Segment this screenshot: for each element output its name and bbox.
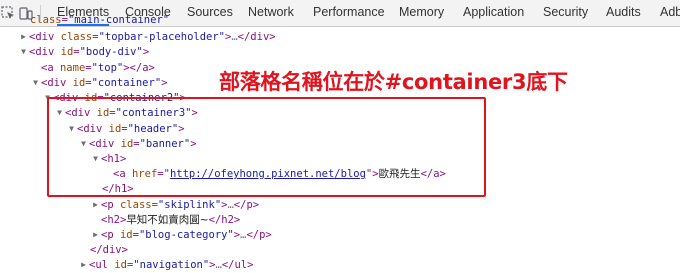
dom-node-blog-category[interactable]: ▶ <p id="blog-category">…</p> [90,227,272,243]
tab-adblock[interactable]: Adb [660,0,680,26]
dom-node-anchor-top[interactable]: <a name="top"></a> [30,60,155,76]
inspect-element-icon[interactable] [0,0,16,26]
collapse-arrow-icon[interactable]: ▼ [18,44,29,60]
highlight-box [47,97,486,197]
tab-application[interactable]: Application [463,0,524,26]
dom-node-skiplink[interactable]: ▶ <p class="skiplink">…</p> [90,197,259,213]
tab-network[interactable]: Network [248,0,294,26]
tab-security[interactable]: Security [543,0,588,26]
tab-audits[interactable]: Audits [606,0,641,26]
tab-sources[interactable]: Sources [187,0,233,26]
dom-node-main-container[interactable]: class="main-container" [30,12,169,28]
collapse-arrow-icon[interactable]: ▼ [30,75,41,91]
dom-node-h2[interactable]: <h2>早知不如賣肉圓~</h2> [90,212,240,228]
dom-node-topbar-placeholder[interactable]: ▶ <div class="topbar-placeholder">…</div> [18,29,276,45]
dom-node-navigation[interactable]: ▶ <ul id="navigation">…</ul> [78,257,253,273]
expand-arrow-icon[interactable]: ▶ [78,257,89,273]
tab-performance[interactable]: Performance [313,0,385,26]
annotation-text: 部落格名稱位在於#container3底下 [219,70,568,94]
expand-arrow-icon[interactable]: ▶ [18,29,29,45]
tab-memory[interactable]: Memory [399,0,444,26]
dom-node-banner-close[interactable]: </div> [90,242,128,258]
expand-arrow-icon[interactable]: ▶ [90,197,101,213]
dom-node-body-div[interactable]: ▼ <div id="body-div"> [18,44,149,60]
blog-subtitle-text: 早知不如賣肉圓~ [126,214,209,226]
expand-arrow-icon[interactable]: ▶ [90,227,101,243]
dom-node-container[interactable]: ▼ <div id="container"> [30,75,167,91]
